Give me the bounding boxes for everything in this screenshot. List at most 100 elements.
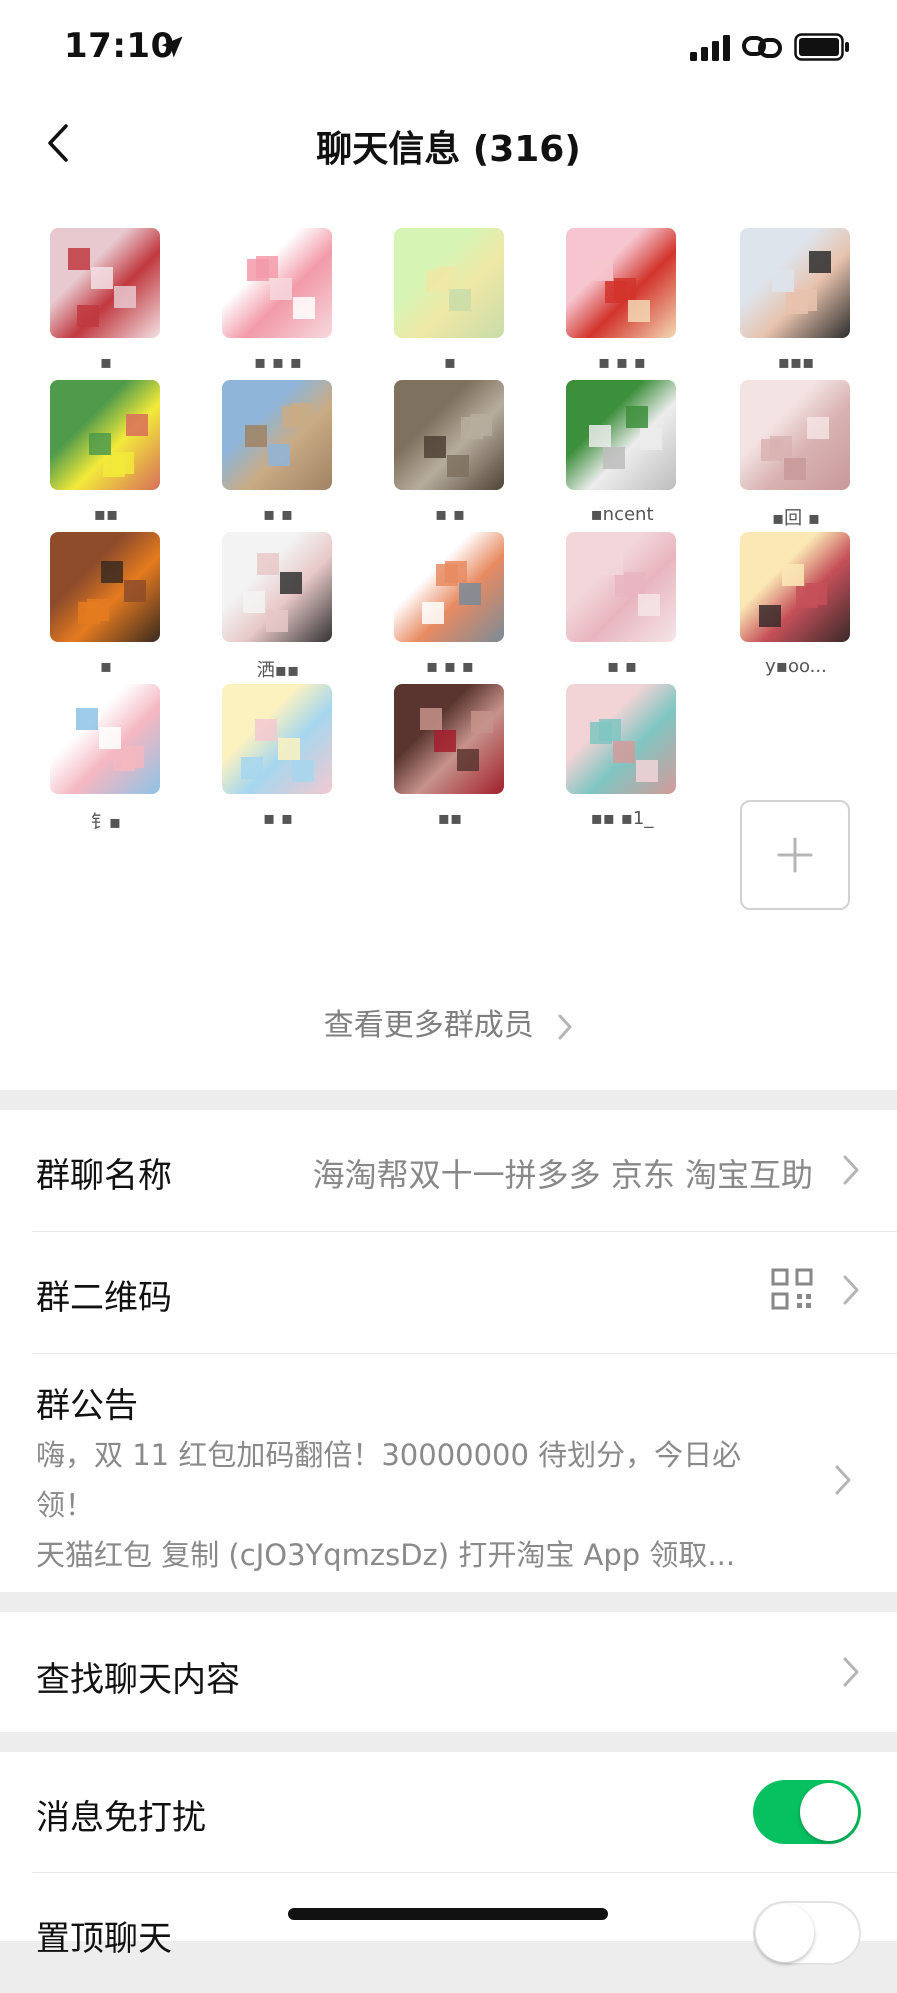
pin-chat-toggle[interactable] [753,1901,861,1965]
mosaic-block [291,403,313,425]
mosaic-block [243,591,265,613]
pin-chat-label: 置顶聊天 [36,1919,172,1959]
group-name-label: 群聊名称 [36,1156,172,1196]
members-panel: ▪ ▪ ▪ ▪ ▪ ▪ ▪ ▪ ▪▪▪ ▪▪ ▪ ▪ ▪ ▪ ▪ncent ▪回 ▪ ▪ 洒▪▪ ▪ ▪… [0,190,897,1090]
member-avatar [394,380,504,490]
mosaic-block [257,553,279,575]
member-item[interactable]: ▪ ▪ ▪ [394,494,506,677]
member-item[interactable]: ▪ [50,494,162,677]
mosaic-block [101,561,123,583]
member-avatar [740,228,850,338]
mosaic-block [591,259,613,281]
page-title: 聊天信息 (316) [316,129,581,170]
plus-icon [777,837,813,873]
mosaic-block [256,256,278,278]
mosaic-block [459,583,481,605]
mosaic-block [628,300,650,322]
mosaic-block [809,251,831,273]
mosaic-block [638,594,660,616]
mosaic-block [124,580,146,602]
member-avatar [394,228,504,338]
member-name: 钅▪ [90,812,122,833]
mosaic-block [99,727,121,749]
member-avatar [222,532,332,642]
battery-icon [794,33,849,61]
member-avatar [566,228,676,338]
mosaic-block [266,610,288,632]
member-avatar [566,380,676,490]
mosaic-block [435,267,457,289]
mosaic-block [89,433,111,455]
search-chat-cell[interactable]: 查找聊天内容 [0,1612,897,1732]
mosaic-block [784,458,806,480]
group-notice-line-3: 天猫红包 复制 (cJO3YqmzsDz) 打开淘宝 App 领取... [36,1538,736,1572]
member-avatar [740,380,850,490]
group-qr-cell[interactable]: 群二维码 [0,1232,897,1352]
mute-cell: 消息免打扰 [0,1752,897,1872]
member-item[interactable]: 洒▪▪ [222,494,334,681]
group-name-value: 海淘帮双十一拼多多 京东 淘宝互助 [312,1156,813,1194]
member-item[interactable]: ▪ ▪ [566,494,678,677]
member-item[interactable]: ▪ ▪ [394,342,506,525]
add-member-button[interactable] [740,800,850,910]
group-settings-section: 群聊名称 海淘帮双十一拼多多 京东 淘宝互助 群二维码 群公告 嗨，双 11 红… [0,1110,897,1592]
chevron-right-icon [843,1275,859,1305]
group-name-cell[interactable]: 群聊名称 海淘帮双十一拼多多 京东 淘宝互助 [0,1110,897,1230]
member-avatar [50,228,160,338]
member-item[interactable]: ▪ ▪ [222,646,334,829]
mosaic-block [772,270,794,292]
group-notice-cell[interactable]: 群公告 嗨，双 11 红包加码翻倍！30000000 待划分，今日必 领！ 天猫… [0,1354,897,1592]
mosaic-block [77,305,99,327]
mosaic-block [759,605,781,627]
member-avatar [566,684,676,794]
mosaic-block [255,719,277,741]
mosaic-block [268,444,290,466]
mosaic-block [68,248,90,270]
chevron-right-icon [558,1014,572,1039]
mosaic-block [292,760,314,782]
home-indicator [288,1908,608,1920]
cellular-signal-icon [690,35,730,61]
toggle-knob [800,1783,858,1841]
mosaic-block [76,708,98,730]
member-item[interactable]: 钅▪ [50,646,162,833]
mosaic-block [434,730,456,752]
mosaic-block [293,297,315,319]
member-item[interactable]: ▪▪ [394,646,506,829]
mosaic-block [807,417,829,439]
mosaic-block [640,428,662,450]
chevron-right-icon [843,1155,859,1185]
mosaic-block [599,719,621,741]
chevron-right-icon [835,1465,851,1495]
member-item[interactable]: ▪ [50,190,162,373]
mute-toggle[interactable] [753,1780,861,1844]
mosaic-block [447,455,469,477]
member-avatar [50,380,160,490]
mosaic-block [245,425,267,447]
mosaic-block [122,746,144,768]
view-more-members-link[interactable]: 查看更多群成员 [0,1000,897,1044]
chevron-right-icon [843,1657,859,1687]
member-item[interactable]: ▪ ▪ ▪ [222,190,334,373]
mosaic-block [770,436,792,458]
link-icon [742,36,782,58]
member-item[interactable]: ▪ncent [566,342,678,525]
member-item[interactable]: ▪▪ [50,342,162,525]
nav-bar: 聊天信息 (316) [0,100,897,190]
member-avatar [394,532,504,642]
member-item[interactable]: y▪oo... [740,494,852,677]
pin-chat-cell: 置顶聊天 [0,1873,897,1993]
member-name: ▪▪ [437,808,463,829]
qr-code-icon [771,1268,813,1310]
member-avatar [222,228,332,338]
group-qr-label: 群二维码 [36,1278,172,1318]
member-item[interactable]: ▪回 ▪ [740,342,852,529]
member-item[interactable]: ▪▪ ▪1_ [566,646,678,829]
member-item[interactable]: ▪ [394,190,506,373]
member-item[interactable]: ▪ ▪ [222,342,334,525]
mosaic-block [126,414,148,436]
member-item[interactable]: ▪ ▪ ▪ [566,190,678,373]
member-item[interactable]: ▪▪▪ [740,190,852,373]
mosaic-block [112,452,134,474]
mosaic-block [87,599,109,621]
